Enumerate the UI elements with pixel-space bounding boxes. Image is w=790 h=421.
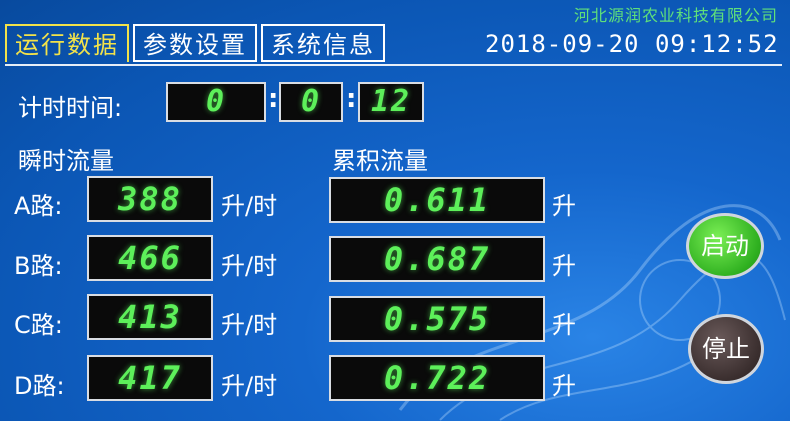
row-b-instant-unit: 升/时 <box>221 252 278 280</box>
timer-colon-2: : <box>346 84 357 114</box>
row-d-instant-display: 417 <box>87 355 213 401</box>
row-d-label: D路: <box>14 372 65 400</box>
row-b-label: B路: <box>14 252 63 280</box>
tab-parameter-settings[interactable]: 参数设置 <box>133 24 257 62</box>
row-d-cumulative-unit: 升 <box>552 372 576 400</box>
row-c-cumulative-unit: 升 <box>552 311 576 339</box>
row-a-instant-display: 388 <box>87 176 213 222</box>
company-name: 河北源润农业科技有限公司 <box>573 6 778 25</box>
row-d-instant-unit: 升/时 <box>221 372 278 400</box>
row-a-label: A路: <box>14 192 63 220</box>
start-button[interactable]: 启动 <box>686 213 764 279</box>
row-c-instant-unit: 升/时 <box>221 311 278 339</box>
row-c-instant-display: 413 <box>87 294 213 340</box>
stop-button[interactable]: 停止 <box>688 314 764 384</box>
tab-underline <box>5 64 782 66</box>
row-a-cumulative-display: 0.611 <box>329 177 545 223</box>
row-a-cumulative-unit: 升 <box>552 192 576 220</box>
timer-label: 计时时间: <box>18 94 123 122</box>
tab-system-info[interactable]: 系统信息 <box>261 24 385 62</box>
row-c-label: C路: <box>14 311 63 339</box>
timer-hours-display: 0 <box>166 82 266 122</box>
timer-colon-1: : <box>268 84 279 114</box>
tab-run-data[interactable]: 运行数据 <box>5 24 129 62</box>
instant-flow-header: 瞬时流量 <box>18 147 114 175</box>
datetime-display: 2018-09-20 09:12:52 <box>485 30 779 58</box>
row-b-cumulative-display: 0.687 <box>329 236 545 282</box>
timer-seconds-display: 12 <box>358 82 424 122</box>
cumulative-flow-header: 累积流量 <box>332 147 428 175</box>
row-d-cumulative-display: 0.722 <box>329 355 545 401</box>
tab-bar: 运行数据 参数设置 系统信息 <box>5 24 389 64</box>
row-b-cumulative-unit: 升 <box>552 252 576 280</box>
row-a-instant-unit: 升/时 <box>221 192 278 220</box>
row-c-cumulative-display: 0.575 <box>329 296 545 342</box>
row-b-instant-display: 466 <box>87 235 213 281</box>
timer-minutes-display: 0 <box>279 82 343 122</box>
